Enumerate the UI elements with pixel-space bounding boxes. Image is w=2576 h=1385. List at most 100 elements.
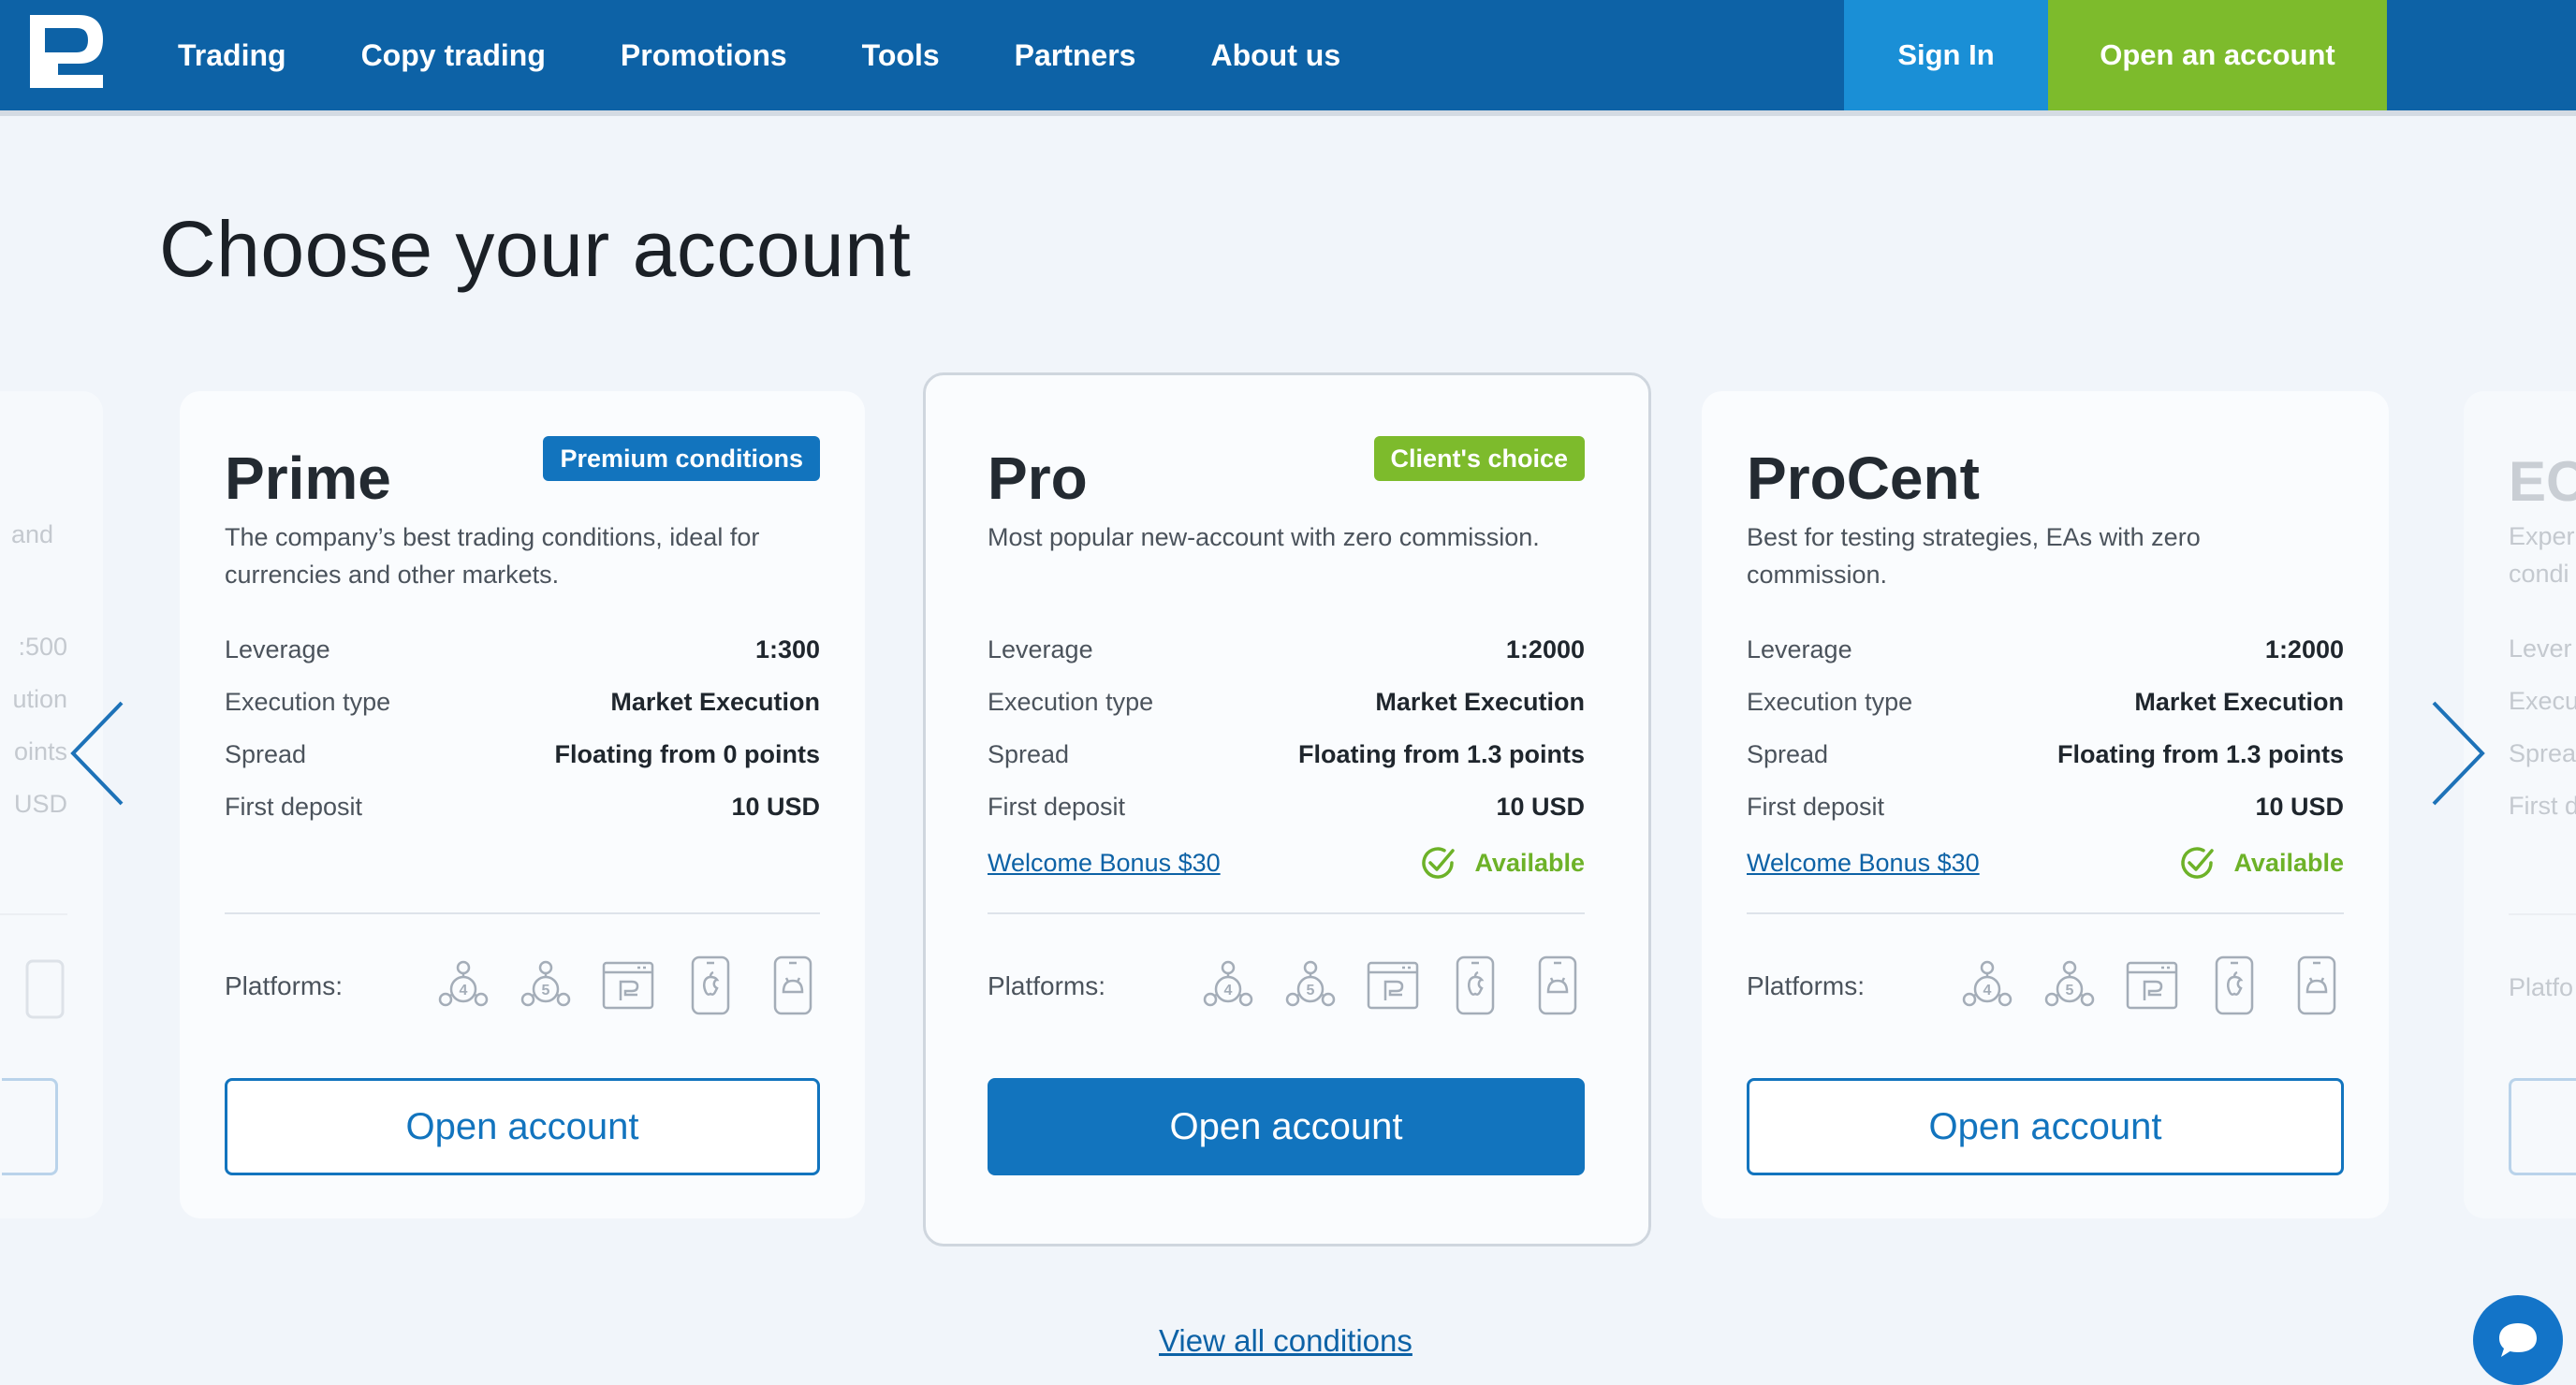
leverage-row: Leverage 1:2000 [988,631,1585,668]
execution-type-value: Market Execution [610,687,820,716]
svg-text:4: 4 [1983,983,1992,999]
nav-about-us[interactable]: About us [1210,38,1340,73]
platform-icons: 4 5 [1177,955,1588,1016]
execution-type-row: Execution type Market Execution [1747,683,2344,721]
deposit-value: USD [13,790,67,818]
android-icon[interactable] [762,955,824,1016]
android-icon[interactable] [2286,955,2348,1016]
leverage-value: 1:2000 [2264,634,2344,663]
platforms-label: Platfo [2509,973,2574,1001]
android-icon[interactable] [1527,955,1588,1016]
premium-conditions-badge: Premium conditions [543,436,820,481]
nav-tools[interactable]: Tools [862,38,940,73]
spread-row: Spread Floating from 1.3 points [988,736,1585,773]
execution-type-value: Market Execution [2134,687,2344,716]
view-all-conditions-link[interactable]: View all conditions [1159,1323,1412,1359]
main-nav: Trading Copy trading Promotions Tools Pa… [178,0,1415,110]
first-deposit-label: First deposit [988,792,1126,821]
carousel-prev-arrow[interactable] [66,697,131,809]
nav-partners[interactable]: Partners [1015,38,1136,73]
leverage-label: Leverage [225,634,330,663]
webtrader-icon[interactable] [1362,955,1424,1016]
site-header: Trading Copy trading Promotions Tools Pa… [0,0,2576,116]
ios-icon[interactable] [680,955,741,1016]
mt4-icon[interactable]: 4 [1197,955,1259,1016]
check-circle-icon [1422,847,1456,879]
mt5-icon[interactable]: 5 [2039,955,2100,1016]
desc-line: Most popular new-account with zero commi… [988,523,1540,551]
bonus-status-label: Available [2233,848,2344,877]
open-account-button[interactable]: Open account [225,1078,820,1175]
execution-type-label: Execution type [988,687,1154,716]
mt4-icon[interactable]: 4 [1956,955,2018,1016]
leverage-value: 1:2000 [1505,634,1585,663]
carousel-next-arrow[interactable] [2424,697,2490,809]
account-name: Pro [988,445,1088,512]
spread-value: oints [13,737,67,765]
account-description: Most popular new-account with zero commi… [988,518,1540,556]
platform-icons: 4 5 [412,955,824,1016]
roboforex-logo[interactable] [26,11,107,90]
first-deposit-value: 10 USD [1496,792,1585,821]
desc-line: The company’s best trading conditions, i… [225,523,760,551]
open-account-button-partial[interactable] [2,1078,58,1175]
card-desc-fragment: and [11,520,54,548]
android-icon [25,959,65,1019]
open-an-account-button[interactable]: Open an account [2048,0,2387,110]
svg-text:5: 5 [1307,983,1315,999]
mt4-icon[interactable]: 4 [432,955,494,1016]
execution-type-row: Execution type Market Execution [988,683,1585,721]
ios-icon[interactable] [1444,955,1506,1016]
leverage-row: Leverage 1:300 [225,631,820,668]
divider [988,912,1585,914]
check-circle-icon [2181,847,2215,879]
mt5-icon[interactable]: 5 [515,955,577,1016]
spread-value: Floating from 1.3 points [1297,739,1585,768]
leverage-row: Leverage 1:2000 [1747,631,2344,668]
nav-promotions[interactable]: Promotions [621,38,787,73]
execution-type-label: Execution type [225,687,391,716]
first-deposit-row: First deposit 10 USD [988,788,1585,825]
desc-line: Best for testing strategies, EAs with ze… [1747,523,2201,551]
welcome-bonus-link[interactable]: Welcome Bonus $30 [988,849,1221,878]
platforms-label: Platforms: [1747,971,1866,1000]
first-deposit-label: First deposit [1747,792,1885,821]
ios-icon[interactable] [2203,955,2265,1016]
mt5-icon[interactable]: 5 [1280,955,1341,1016]
sign-in-button[interactable]: Sign In [1844,0,2048,110]
spread-label: Spread [1747,739,1829,768]
divider [225,912,820,914]
webtrader-icon[interactable] [597,955,659,1016]
account-description: Best for testing strategies, EAs with ze… [1747,518,2201,593]
chat-button[interactable] [2473,1295,2563,1385]
first-deposit-row: First deposit 10 USD [225,788,820,825]
welcome-bonus-link[interactable]: Welcome Bonus $30 [1747,849,1980,878]
nav-trading[interactable]: Trading [178,38,286,73]
account-card-procent: ProCent Best for testing strategies, EAs… [1702,391,2389,1218]
bonus-status: Available [1418,843,1585,882]
clients-choice-badge: Client's choice [1373,436,1585,481]
open-account-button[interactable]: Open account [1747,1078,2344,1175]
execution-type-value: Market Execution [1375,687,1585,716]
bonus-status-label: Available [1474,848,1585,877]
execution-type-row: Execution type Market Execution [225,683,820,721]
spread-label: Spread [225,739,307,768]
leverage-label: Leverage [1747,634,1852,663]
spread-row: Spread Floating from 0 points [225,736,820,773]
nav-copy-trading[interactable]: Copy trading [361,38,546,73]
spread-value: Floating from 1.3 points [2056,739,2344,768]
open-account-button[interactable]: Open account [988,1078,1585,1175]
page-title: Choose your account [159,205,912,293]
svg-text:4: 4 [1224,983,1233,999]
first-deposit-label: First d [2509,792,2576,820]
svg-text:4: 4 [460,983,468,999]
leverage-label: Lever [2509,634,2572,663]
account-name: EC [2509,450,2576,513]
webtrader-icon[interactable] [2121,955,2183,1016]
first-deposit-label: First deposit [225,792,363,821]
divider [1747,912,2344,914]
leverage-value: 1:300 [754,634,820,663]
welcome-bonus-row: Welcome Bonus $30 Available [1747,844,2344,882]
svg-text:5: 5 [542,983,550,999]
open-account-button-partial[interactable] [2509,1078,2576,1175]
